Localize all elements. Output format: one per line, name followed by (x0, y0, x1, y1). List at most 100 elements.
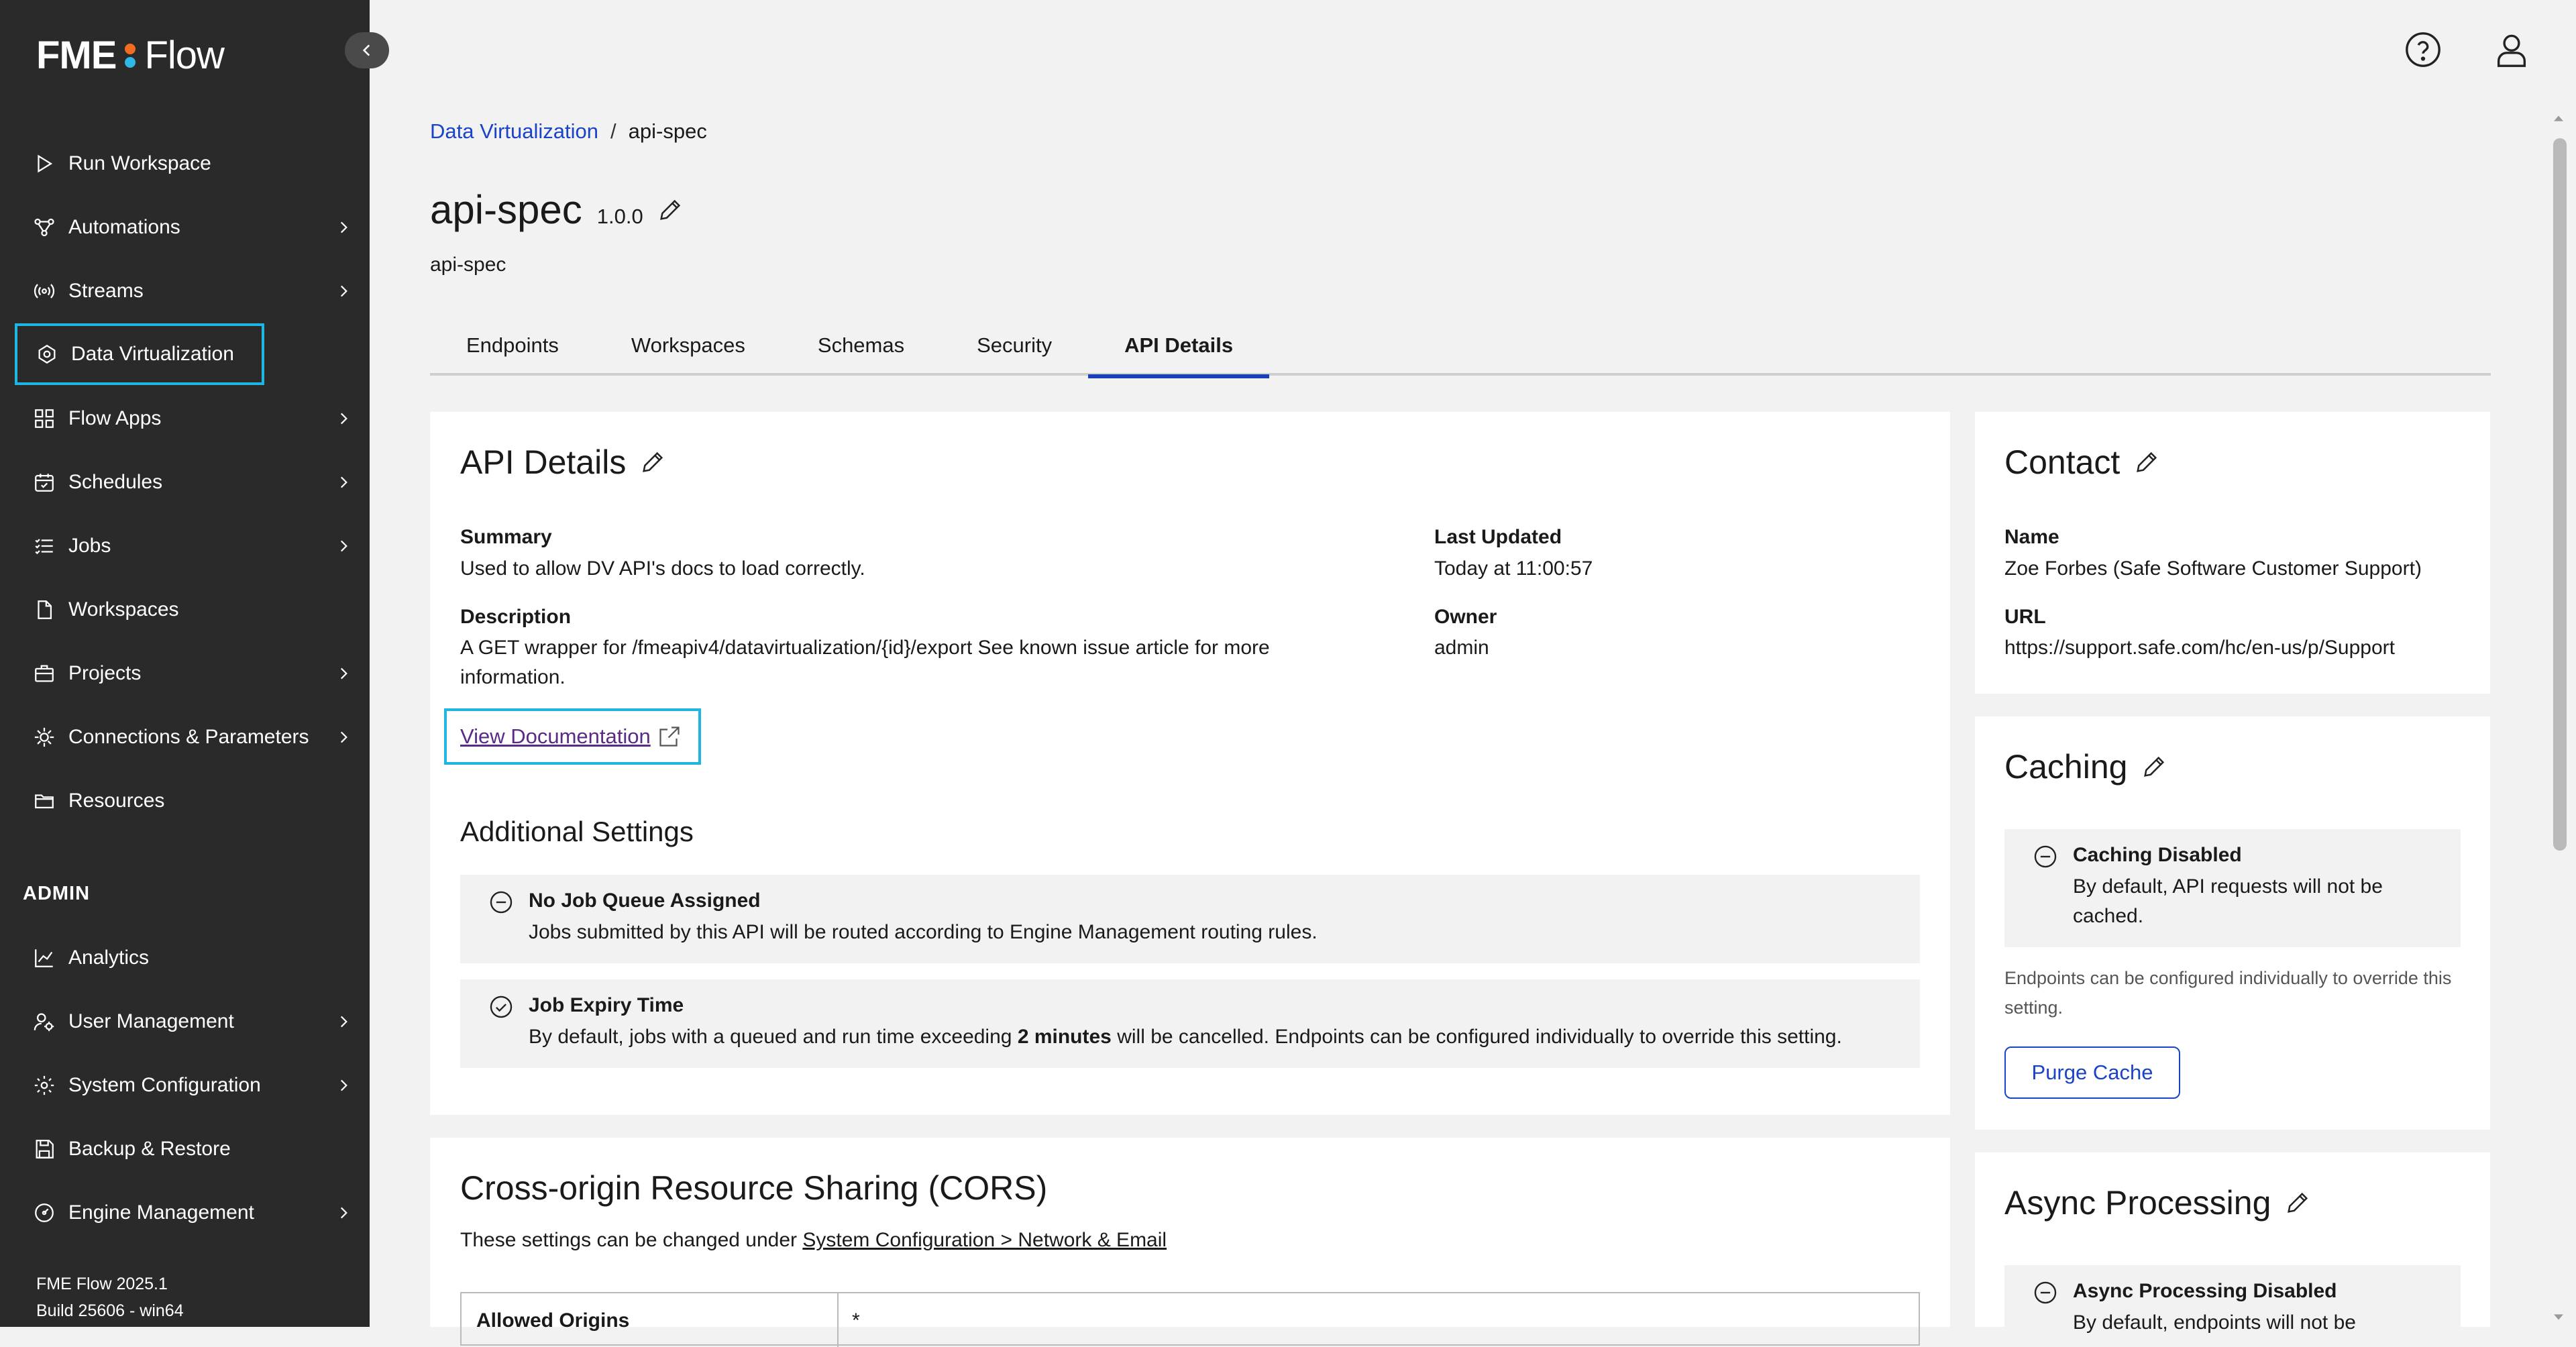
pencil-icon (2133, 449, 2160, 476)
sidebar-item-backup-restore[interactable]: Backup & Restore (15, 1118, 357, 1180)
network-email-link[interactable]: System Configuration > Network & Email (802, 1229, 1167, 1251)
sidebar-item-system-configuration[interactable]: System Configuration (15, 1055, 357, 1116)
edit-caching-button[interactable] (2141, 753, 2167, 780)
sidebar-item-label: Resources (68, 790, 165, 812)
async-status: Async Processing Disabled By default, en… (2004, 1265, 2461, 1334)
chevron-left-icon (358, 42, 376, 59)
async-heading: Async Processing (2004, 1183, 2311, 1222)
sidebar-item-user-management[interactable]: User Management (15, 991, 357, 1053)
purge-cache-button[interactable]: Purge Cache (2004, 1046, 2180, 1099)
tab-schemas[interactable]: Schemas (782, 315, 941, 376)
user-gear-icon (31, 1008, 58, 1035)
job-expiry-title: Job Expiry Time (529, 994, 684, 1016)
job-expiry-text-pre: By default, jobs with a queued and run t… (529, 1026, 1018, 1048)
user-icon (2492, 30, 2531, 69)
caching-title: Caching (2004, 748, 2128, 786)
sidebar-item-label: Flow Apps (68, 407, 162, 429)
version-info: FME Flow 2025.1 Build 25606 - win64 (36, 1271, 184, 1324)
sidebar-item-data-virtualization[interactable]: Data Virtualization (15, 323, 264, 385)
allowed-origins-value: * (852, 1309, 860, 1332)
sidebar-item-jobs[interactable]: Jobs (15, 515, 357, 577)
sidebar-item-analytics[interactable]: Analytics (15, 927, 357, 989)
sidebar-item-label: Analytics (68, 947, 150, 969)
sidebar-item-engine-management[interactable]: Engine Management (15, 1182, 357, 1244)
chevron-right-icon (330, 405, 357, 432)
sidebar-item-label: System Configuration (68, 1074, 261, 1096)
tab-bar: Endpoints Workspaces Schemas Security AP… (430, 315, 2491, 378)
logo-fme-text: FME (36, 33, 117, 77)
contact-url-label: URL (2004, 606, 2046, 628)
list-icon (31, 533, 58, 559)
view-documentation-text: View Documentation (460, 724, 651, 748)
tab-api-details[interactable]: API Details (1088, 315, 1270, 378)
caching-note-line: Endpoints can be configured individually… (2004, 968, 2452, 988)
tab-security[interactable]: Security (941, 315, 1088, 376)
tab-workspaces[interactable]: Workspaces (595, 315, 782, 376)
sidebar-item-flow-apps[interactable]: Flow Apps (15, 388, 357, 449)
user-menu-button[interactable] (2490, 28, 2533, 71)
page-subtitle: api-spec (430, 254, 506, 276)
description-value: A GET wrapper for /fmeapiv4/datavirtuali… (460, 633, 1270, 692)
version-tag: 1.0.0 (596, 205, 643, 228)
async-title: Async Processing (2004, 1184, 2271, 1222)
description-label: Description (460, 606, 572, 628)
scrollbar-thumb[interactable] (2553, 138, 2567, 851)
pencil-icon (2141, 753, 2167, 780)
contact-name-value: Zoe Forbes (Safe Software Customer Suppo… (2004, 557, 2422, 580)
breadcrumb: Data Virtualization / api-spec (430, 119, 707, 144)
caching-note-line: setting. (2004, 998, 2063, 1018)
tab-endpoints[interactable]: Endpoints (430, 315, 595, 376)
job-expiry-text-post: will be cancelled. Endpoints can be conf… (1111, 1026, 1842, 1048)
caching-status-text: By default, API requests will not be cac… (2073, 872, 2383, 931)
calendar-icon (31, 469, 58, 496)
chevron-right-icon (330, 469, 357, 496)
view-documentation-link[interactable]: View Documentation (444, 708, 701, 765)
sidebar-item-label: Backup & Restore (68, 1138, 231, 1160)
caching-status: Caching Disabled By default, API request… (2004, 829, 2461, 947)
connections-icon (31, 724, 58, 751)
cors-table: Allowed Origins * (460, 1292, 1920, 1347)
sidebar-item-label: Run Workspace (68, 152, 211, 174)
collapse-sidebar-button[interactable] (345, 32, 389, 68)
scroll-down-icon (2554, 1314, 2563, 1320)
save-icon (31, 1136, 58, 1163)
help-button[interactable] (2402, 28, 2445, 71)
sidebar-item-run-workspace[interactable]: Run Workspace (15, 133, 357, 195)
breadcrumb-link-data-virtualization[interactable]: Data Virtualization (430, 119, 598, 143)
chevron-right-icon (330, 724, 357, 751)
summary-label: Summary (460, 526, 552, 548)
fme-flow-logo[interactable]: FME Flow (36, 33, 225, 77)
version-line: FME Flow 2025.1 (36, 1275, 168, 1293)
caching-status-line: By default, API requests will not be (2073, 875, 2383, 898)
sidebar-item-label: Data Virtualization (71, 343, 234, 365)
chevron-right-icon (330, 1199, 357, 1226)
api-details-title: API Details (460, 443, 627, 481)
edit-title-button[interactable] (657, 197, 684, 223)
sidebar-item-workspaces[interactable]: Workspaces (15, 579, 357, 641)
last-updated-label: Last Updated (1434, 526, 1562, 548)
sidebar-item-streams[interactable]: Streams (15, 260, 357, 322)
sidebar-item-label: Connections & Parameters (68, 726, 309, 748)
job-queue-title: No Job Queue Assigned (529, 890, 761, 912)
chevron-right-icon (330, 1008, 357, 1035)
edit-api-details-button[interactable] (639, 449, 666, 476)
chevron-right-icon (330, 278, 357, 305)
edit-contact-button[interactable] (2133, 449, 2160, 476)
sidebar-item-automations[interactable]: Automations (15, 197, 357, 258)
owner-value: admin (1434, 637, 1489, 659)
cors-heading: Cross-origin Resource Sharing (CORS) (460, 1169, 1047, 1207)
sidebar-item-projects[interactable]: Projects (15, 643, 357, 704)
caching-note: Endpoints can be configured individually… (2004, 963, 2451, 1022)
contact-heading: Contact (2004, 443, 2160, 482)
engine-icon (31, 1199, 58, 1226)
edit-async-button[interactable] (2284, 1189, 2311, 1216)
contact-title: Contact (2004, 443, 2121, 481)
additional-settings-heading: Additional Settings (460, 816, 694, 847)
sidebar-item-schedules[interactable]: Schedules (15, 451, 357, 513)
job-queue-text: Jobs submitted by this API will be route… (529, 921, 1318, 943)
sidebar-item-label: Automations (68, 216, 180, 238)
sidebar-item-resources[interactable]: Resources (15, 770, 357, 832)
play-icon (31, 150, 58, 177)
sidebar-item-connections-parameters[interactable]: Connections & Parameters (15, 706, 357, 768)
chevron-right-icon (330, 1072, 357, 1099)
